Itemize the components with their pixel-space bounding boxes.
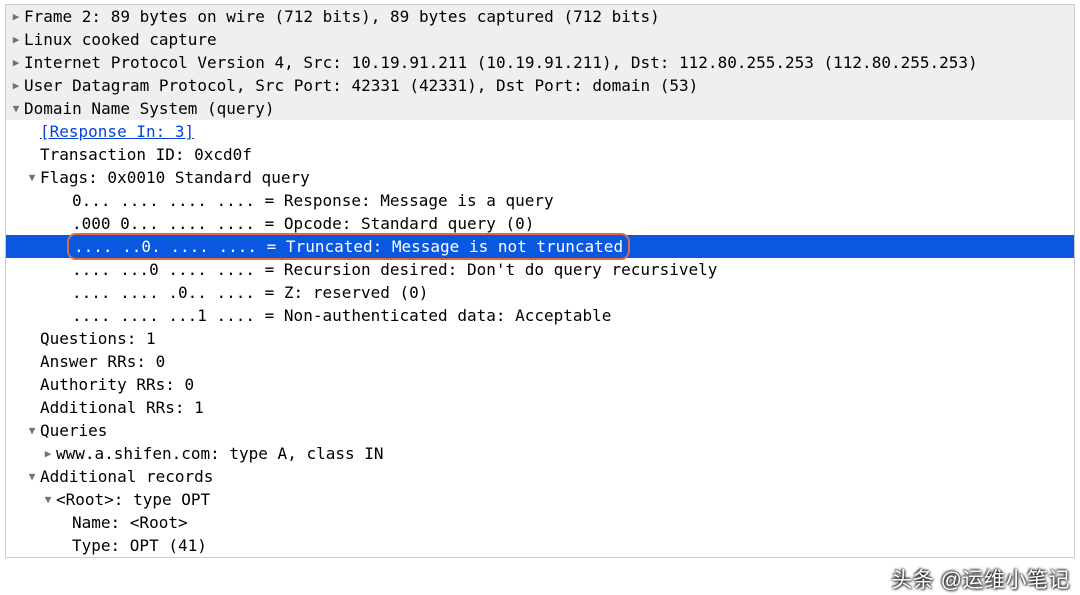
dns-additional-rrs: Additional RRs: 1 [40, 396, 204, 419]
frame-header-row[interactable]: ▶ Frame 2: 89 bytes on wire (712 bits), … [6, 5, 1074, 28]
dns-flags-row[interactable]: ▼ Flags: 0x0010 Standard query [6, 166, 1074, 189]
expand-icon[interactable]: ▶ [8, 5, 24, 28]
dns-questions: Questions: 1 [40, 327, 156, 350]
flag-ad: .... .... ...1 .... = Non-authenticated … [72, 304, 611, 327]
collapse-icon[interactable]: ▼ [24, 166, 40, 189]
linux-cooked-row[interactable]: ▶ Linux cooked capture [6, 28, 1074, 51]
expand-icon[interactable]: ▶ [8, 28, 24, 51]
dns-flags-label: Flags: 0x0010 Standard query [40, 166, 310, 189]
dns-root-name-row[interactable]: Name: <Root> [6, 511, 1074, 534]
flag-z-row[interactable]: .... .... .0.. .... = Z: reserved (0) [6, 281, 1074, 304]
dns-authority-rrs: Authority RRs: 0 [40, 373, 194, 396]
dns-summary: Domain Name System (query) [24, 97, 274, 120]
flag-z: .... .... .0.. .... = Z: reserved (0) [72, 281, 428, 304]
dns-authority-rrs-row[interactable]: Authority RRs: 0 [6, 373, 1074, 396]
dns-answer-rrs: Answer RRs: 0 [40, 350, 165, 373]
dns-root-type: Type: OPT (41) [72, 534, 207, 557]
collapse-icon[interactable]: ▼ [8, 97, 24, 120]
dns-answer-rrs-row[interactable]: Answer RRs: 0 [6, 350, 1074, 373]
flag-opcode-row[interactable]: .000 0... .... .... = Opcode: Standard q… [6, 212, 1074, 235]
dns-queries-label: Queries [40, 419, 107, 442]
watermark-text: 头条 @运维小笔记 [891, 569, 1070, 592]
dns-root-opt-row[interactable]: ▼ <Root>: type OPT [6, 488, 1074, 511]
frame-summary: Frame 2: 89 bytes on wire (712 bits), 89… [24, 5, 660, 28]
flag-truncated: .... ..0. .... .... = Truncated: Message… [67, 233, 630, 260]
dns-query-0-row[interactable]: ▶ www.a.shifen.com: type A, class IN [6, 442, 1074, 465]
flag-ad-row[interactable]: .... .... ...1 .... = Non-authenticated … [6, 304, 1074, 327]
flag-opcode: .000 0... .... .... = Opcode: Standard q… [72, 212, 534, 235]
dns-questions-row[interactable]: Questions: 1 [6, 327, 1074, 350]
dns-root-name: Name: <Root> [72, 511, 188, 534]
flag-rd-row[interactable]: .... ...0 .... .... = Recursion desired:… [6, 258, 1074, 281]
dns-additional-rrs-row[interactable]: Additional RRs: 1 [6, 396, 1074, 419]
flag-response-row[interactable]: 0... .... .... .... = Response: Message … [6, 189, 1074, 212]
dns-txid-row[interactable]: Transaction ID: 0xcd0f [6, 143, 1074, 166]
dns-query-0: www.a.shifen.com: type A, class IN [56, 442, 384, 465]
dns-additional-records-label: Additional records [40, 465, 213, 488]
dns-additional-records-row[interactable]: ▼ Additional records [6, 465, 1074, 488]
linux-cooked-label: Linux cooked capture [24, 28, 217, 51]
collapse-icon[interactable]: ▼ [24, 465, 40, 488]
dns-root-type-row[interactable]: Type: OPT (41) [6, 534, 1074, 557]
expand-icon[interactable]: ▶ [8, 51, 24, 74]
packet-details-pane[interactable]: ▶ Frame 2: 89 bytes on wire (712 bits), … [5, 4, 1075, 558]
dns-queries-row[interactable]: ▼ Queries [6, 419, 1074, 442]
udp-summary: User Datagram Protocol, Src Port: 42331 … [24, 74, 698, 97]
flag-response: 0... .... .... .... = Response: Message … [72, 189, 554, 212]
dns-root-opt: <Root>: type OPT [56, 488, 210, 511]
dns-txid: Transaction ID: 0xcd0f [40, 143, 252, 166]
dns-response-in-row[interactable]: [Response In: 3] [6, 120, 1074, 143]
expand-icon[interactable]: ▶ [8, 74, 24, 97]
flag-rd: .... ...0 .... .... = Recursion desired:… [72, 258, 717, 281]
collapse-icon[interactable]: ▼ [40, 488, 56, 511]
dns-header-row[interactable]: ▼ Domain Name System (query) [6, 97, 1074, 120]
packet-tree: ▶ Frame 2: 89 bytes on wire (712 bits), … [6, 5, 1074, 557]
udp-header-row[interactable]: ▶ User Datagram Protocol, Src Port: 4233… [6, 74, 1074, 97]
ip-summary: Internet Protocol Version 4, Src: 10.19.… [24, 51, 978, 74]
ip-header-row[interactable]: ▶ Internet Protocol Version 4, Src: 10.1… [6, 51, 1074, 74]
collapse-icon[interactable]: ▼ [24, 419, 40, 442]
response-in-link[interactable]: [Response In: 3] [40, 120, 194, 143]
flag-truncated-row[interactable]: .... ..0. .... .... = Truncated: Message… [6, 235, 1074, 258]
expand-icon[interactable]: ▶ [40, 442, 56, 465]
